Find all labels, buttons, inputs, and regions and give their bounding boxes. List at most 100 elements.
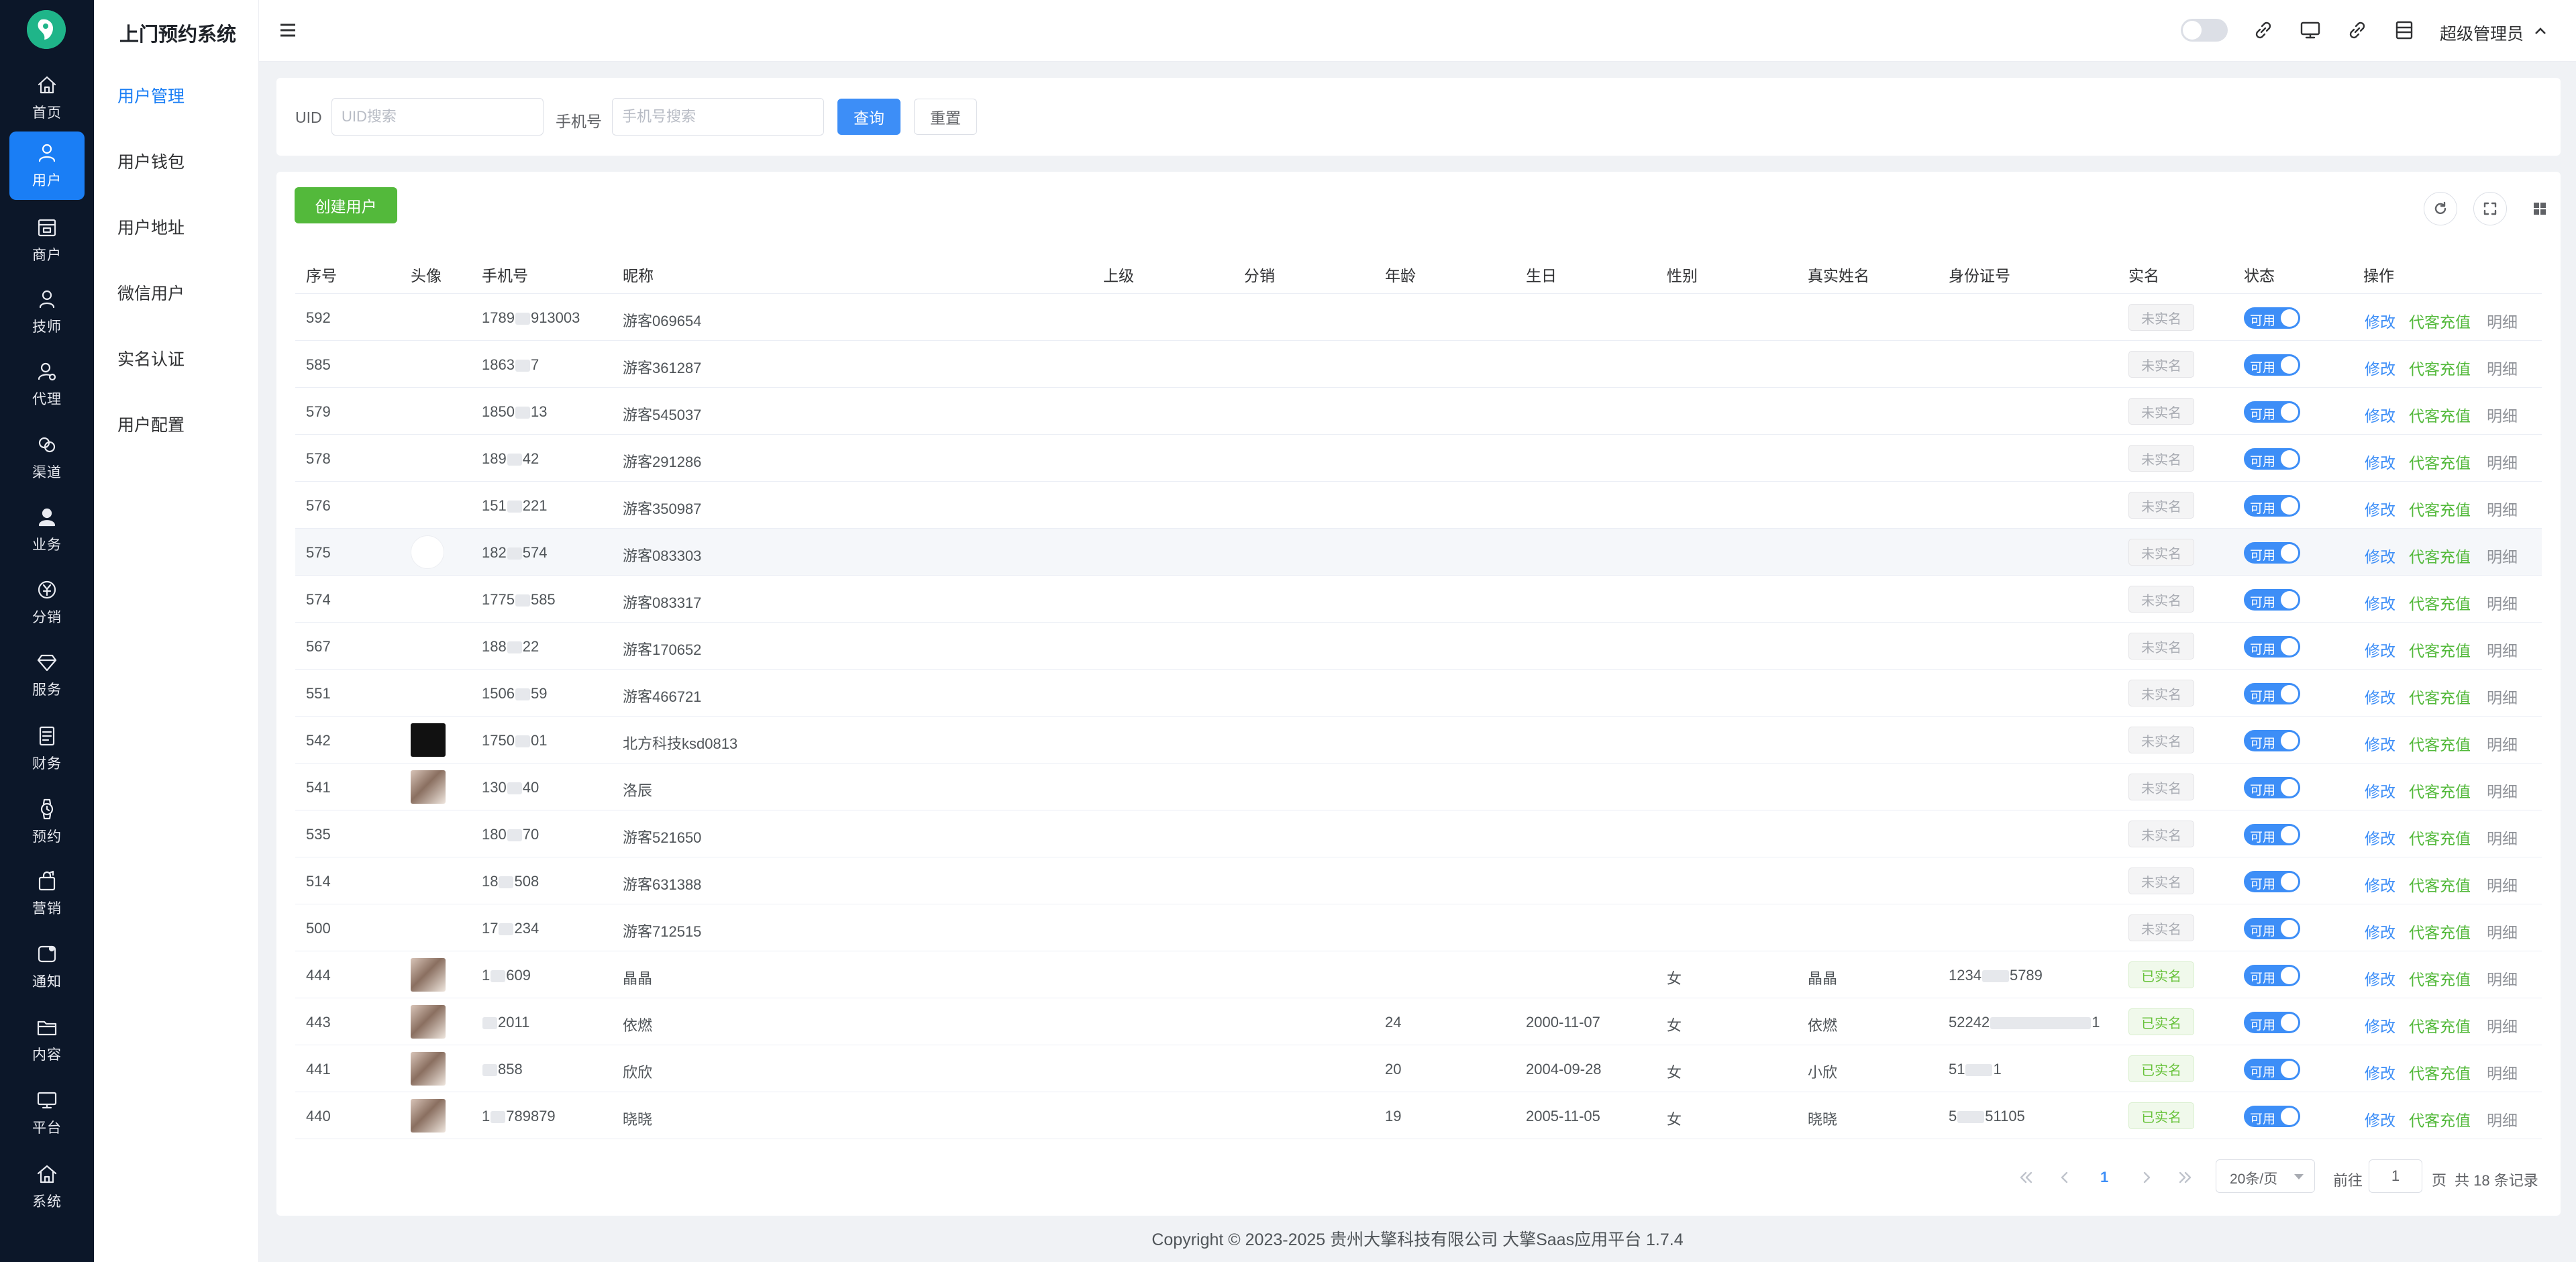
rail-item-business[interactable]: 业务: [9, 496, 85, 564]
status-switch[interactable]: 可用: [2244, 448, 2300, 470]
edit-link[interactable]: 修改: [2365, 1061, 2395, 1084]
table-row[interactable]: 440 1 789879 晓晓 19 2005-11-05 女 晓晓 5 51105 已实名 可用 修改…: [295, 1092, 2542, 1139]
table-row[interactable]: 567 188 22 游客170652 未实名 可用 修改 代客充值 明细: [295, 623, 2542, 670]
recharge-link[interactable]: 代客充值: [2409, 779, 2471, 802]
edit-link[interactable]: 修改: [2365, 591, 2395, 614]
recharge-link[interactable]: 代客充值: [2409, 967, 2471, 990]
refresh-icon[interactable]: [2424, 192, 2457, 225]
detail-link[interactable]: 明细: [2487, 450, 2518, 473]
monitor-icon[interactable]: [2299, 19, 2322, 42]
table-row[interactable]: 500 17 234 游客712515 未实名 可用 修改 代客充值 明细: [295, 904, 2542, 951]
reset-button[interactable]: 重置: [914, 99, 977, 135]
status-switch[interactable]: 可用: [2244, 965, 2300, 986]
table-row[interactable]: 535 180 70 游客521650 未实名 可用 修改 代客充值 明细: [295, 810, 2542, 857]
submenu-item[interactable]: 实名认证: [117, 346, 185, 370]
table-row[interactable]: 514 18 508 游客631388 未实名 可用 修改 代客充值 明细: [295, 857, 2542, 904]
detail-link[interactable]: 明细: [2487, 544, 2518, 567]
current-page[interactable]: 1: [2100, 1169, 2108, 1186]
rail-item-platform[interactable]: 平台: [9, 1079, 85, 1147]
rail-item-booking[interactable]: 预约: [9, 788, 85, 856]
recharge-link[interactable]: 代客充值: [2409, 826, 2471, 849]
rail-item-marketing[interactable]: 营销: [9, 859, 85, 928]
recharge-link[interactable]: 代客充值: [2409, 1014, 2471, 1037]
status-switch[interactable]: 可用: [2244, 1012, 2300, 1033]
table-row[interactable]: 443 2011 依燃 24 2000-11-07 女 依燃 52242 1 已实名 可用 修改 代客充…: [295, 998, 2542, 1045]
status-switch[interactable]: 可用: [2244, 401, 2300, 423]
recharge-link[interactable]: 代客充值: [2409, 450, 2471, 473]
detail-link[interactable]: 明细: [2487, 826, 2518, 849]
rail-item-user[interactable]: 用户: [9, 132, 85, 200]
submenu-item[interactable]: 用户管理: [117, 83, 185, 107]
chevron-up-icon[interactable]: [2532, 23, 2548, 39]
rail-item-service[interactable]: 服务: [9, 641, 85, 709]
rail-item-content[interactable]: 内容: [9, 1006, 85, 1074]
submenu-item[interactable]: 用户钱包: [117, 149, 185, 173]
detail-link[interactable]: 明细: [2487, 638, 2518, 661]
edit-link[interactable]: 修改: [2365, 1108, 2395, 1130]
detail-link[interactable]: 明细: [2487, 309, 2518, 332]
table-row[interactable]: 575 182 574 游客083303 未实名 可用 修改 代客充值 明细: [295, 529, 2542, 576]
edit-link[interactable]: 修改: [2365, 356, 2395, 379]
user-name[interactable]: 超级管理员: [2440, 21, 2524, 45]
recharge-link[interactable]: 代客充值: [2409, 638, 2471, 661]
detail-link[interactable]: 明细: [2487, 873, 2518, 896]
detail-link[interactable]: 明细: [2487, 1108, 2518, 1130]
edit-link[interactable]: 修改: [2365, 403, 2395, 426]
status-switch[interactable]: 可用: [2244, 871, 2300, 892]
edit-link[interactable]: 修改: [2365, 497, 2395, 520]
edit-link[interactable]: 修改: [2365, 1014, 2395, 1037]
table-row[interactable]: 541 130 40 洛辰 未实名 可用 修改 代客充值 明细: [295, 764, 2542, 810]
table-row[interactable]: 592 1789 913003 游客069654 未实名 可用 修改 代客充值 明细: [295, 294, 2542, 341]
recharge-link[interactable]: 代客充值: [2409, 356, 2471, 379]
rail-item-agent[interactable]: 代理: [9, 350, 85, 419]
phone-search-input[interactable]: [612, 98, 824, 136]
table-row[interactable]: 574 1775 585 游客083317 未实名 可用 修改 代客充值 明细: [295, 576, 2542, 623]
status-switch[interactable]: 可用: [2244, 542, 2300, 564]
detail-link[interactable]: 明细: [2487, 1061, 2518, 1084]
status-switch[interactable]: 可用: [2244, 589, 2300, 611]
detail-link[interactable]: 明细: [2487, 356, 2518, 379]
submenu-item[interactable]: 用户地址: [117, 215, 185, 239]
query-button[interactable]: 查询: [837, 99, 900, 135]
edit-link[interactable]: 修改: [2365, 873, 2395, 896]
status-switch[interactable]: 可用: [2244, 777, 2300, 798]
table-row[interactable]: 579 1850 13 游客545037 未实名 可用 修改 代客充值 明细: [295, 388, 2542, 435]
next-page-icon[interactable]: [2136, 1167, 2157, 1188]
theme-toggle[interactable]: [2181, 19, 2228, 42]
rail-item-distribution[interactable]: 分销: [9, 568, 85, 637]
status-switch[interactable]: 可用: [2244, 1059, 2300, 1080]
rail-item-notice[interactable]: 通知: [9, 933, 85, 1001]
recharge-link[interactable]: 代客充值: [2409, 685, 2471, 708]
edit-link[interactable]: 修改: [2365, 826, 2395, 849]
detail-link[interactable]: 明细: [2487, 591, 2518, 614]
rail-item-finance[interactable]: 财务: [9, 715, 85, 783]
goto-page-input[interactable]: [2369, 1159, 2422, 1193]
rail-item-tech[interactable]: 技师: [9, 278, 85, 346]
submenu-item[interactable]: 用户配置: [117, 412, 185, 436]
recharge-link[interactable]: 代客充值: [2409, 732, 2471, 755]
rail-item-home[interactable]: 首页: [9, 64, 85, 132]
edit-link[interactable]: 修改: [2365, 685, 2395, 708]
table-row[interactable]: 542 1750 01 北方科技ksd0813 未实名 可用 修改 代客充值 明细: [295, 717, 2542, 764]
status-switch[interactable]: 可用: [2244, 918, 2300, 939]
recharge-link[interactable]: 代客充值: [2409, 591, 2471, 614]
edit-link[interactable]: 修改: [2365, 920, 2395, 943]
first-page-icon[interactable]: [2016, 1167, 2036, 1188]
recharge-link[interactable]: 代客充值: [2409, 497, 2471, 520]
edit-link[interactable]: 修改: [2365, 544, 2395, 567]
detail-link[interactable]: 明细: [2487, 920, 2518, 943]
columns-icon[interactable]: [2523, 192, 2557, 225]
recharge-link[interactable]: 代客充值: [2409, 1108, 2471, 1130]
table-row[interactable]: 441 858 欣欣 20 2004-09-28 女 小欣 51 1 已实名 可用 修改 代客充值 明细: [295, 1045, 2542, 1092]
table-row[interactable]: 551 1506 59 游客466721 未实名 可用 修改 代客充值 明细: [295, 670, 2542, 717]
status-switch[interactable]: 可用: [2244, 1106, 2300, 1127]
recharge-link[interactable]: 代客充值: [2409, 309, 2471, 332]
edit-link[interactable]: 修改: [2365, 309, 2395, 332]
recharge-link[interactable]: 代客充值: [2409, 920, 2471, 943]
fullscreen-icon[interactable]: [2473, 192, 2507, 225]
last-page-icon[interactable]: [2175, 1167, 2196, 1188]
table-row[interactable]: 576 151 221 游客350987 未实名 可用 修改 代客充值 明细: [295, 482, 2542, 529]
status-switch[interactable]: 可用: [2244, 495, 2300, 517]
table-row[interactable]: 444 1 609 晶晶女晶晶 1234 5789 已实名 可用 修改 代客充值 明细: [295, 951, 2542, 998]
table-row[interactable]: 578 189 42 游客291286 未实名 可用 修改 代客充值 明细: [295, 435, 2542, 482]
